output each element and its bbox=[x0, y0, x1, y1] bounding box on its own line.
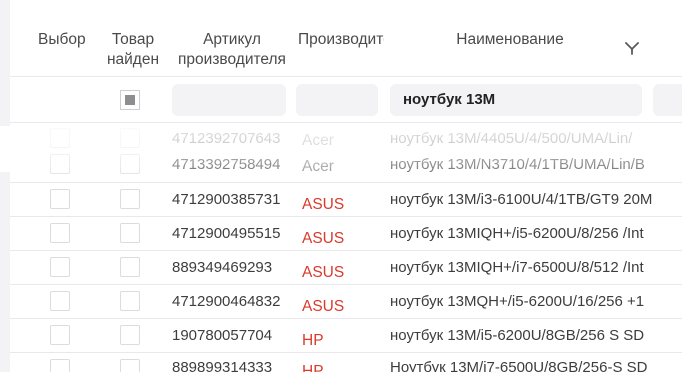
row-found-checkbox[interactable] bbox=[120, 359, 140, 372]
header-article-line2: производителя bbox=[178, 51, 286, 68]
header-article[interactable]: Артикул производителя bbox=[172, 30, 292, 70]
row-article: 4712392707643 bbox=[172, 130, 281, 147]
row-manufacturer: ASUS bbox=[302, 230, 345, 247]
row-select-checkbox[interactable] bbox=[50, 325, 70, 345]
row-select-checkbox[interactable] bbox=[50, 223, 70, 243]
row-name: ноутбук 13M/i3-6100U/4/1TB/GT9 20M bbox=[390, 191, 653, 208]
row-found-checkbox[interactable] bbox=[120, 154, 140, 174]
filter-found-checkbox[interactable] bbox=[120, 90, 140, 110]
row-manufacturer: HP bbox=[302, 363, 324, 372]
row-found-checkbox[interactable] bbox=[120, 189, 140, 209]
table-row[interactable]: 4712900385731 ASUS ноутбук 13M/i3-6100U/… bbox=[10, 183, 682, 217]
row-found-checkbox[interactable] bbox=[120, 128, 140, 148]
product-table: Выбор Товар найден Артикул производителя… bbox=[10, 0, 682, 372]
filter-name-input[interactable]: ноутбук 13M bbox=[390, 84, 642, 116]
filter-next-input[interactable] bbox=[653, 84, 682, 116]
row-name: ноутбук 13MQH+/i5-6200U/16/256 +1 bbox=[390, 293, 645, 310]
filter-manufacturer-input[interactable] bbox=[296, 84, 378, 116]
row-select-checkbox[interactable] bbox=[50, 189, 70, 209]
row-manufacturer: ASUS bbox=[302, 196, 345, 213]
row-article: 4712900495515 bbox=[172, 225, 281, 242]
row-name: ноутбук 13M/i5-6200U/8GB/256 S SD bbox=[390, 327, 645, 344]
header-found-line1: Товар bbox=[111, 31, 155, 48]
row-manufacturer: ASUS bbox=[302, 298, 345, 315]
filter-article-input[interactable] bbox=[172, 84, 286, 116]
table-row[interactable]: 190780057704 HP ноутбук 13M/i5-6200U/8GB… bbox=[10, 319, 682, 353]
table-row[interactable]: 4712900464832 ASUS ноутбук 13MQH+/i5-620… bbox=[10, 285, 682, 319]
filter-name-value: ноутбук 13M bbox=[403, 91, 496, 108]
header-found-line2: найден bbox=[106, 51, 160, 68]
row-article: 4712900385731 bbox=[172, 191, 281, 208]
row-found-checkbox[interactable] bbox=[120, 223, 140, 243]
table-row[interactable]: 889349469293 ASUS ноутбук 13MIQH+/i7-650… bbox=[10, 251, 682, 285]
header-name[interactable]: Наименование bbox=[390, 30, 630, 50]
row-article: 4712900464832 bbox=[172, 293, 281, 310]
left-panel-edge bbox=[0, 0, 10, 372]
row-manufacturer: ASUS bbox=[302, 264, 345, 281]
table-row[interactable]: 4713392758494 Acer ноутбук 13M/N3710/4/1… bbox=[10, 146, 682, 180]
header-divider bbox=[10, 76, 682, 77]
row-article: 4713392758494 bbox=[172, 156, 281, 173]
row-article: 190780057704 bbox=[172, 327, 273, 344]
table-row[interactable]: 4712900495515 ASUS ноутбук 13MIQH+/i5-62… bbox=[10, 217, 682, 251]
row-select-checkbox[interactable] bbox=[50, 257, 70, 277]
header-found[interactable]: Товар найден bbox=[102, 30, 164, 70]
header-article-line1: Артикул bbox=[203, 31, 261, 48]
row-name: ноутбук 13M/N3710/4/1TB/UMA/Lin/B bbox=[390, 156, 645, 173]
row-article: 889899314333 bbox=[172, 359, 273, 372]
row-select-checkbox[interactable] bbox=[50, 128, 70, 148]
row-select-checkbox[interactable] bbox=[50, 154, 70, 174]
row-manufacturer: HP bbox=[302, 332, 324, 349]
header-manufacturer[interactable]: Производитель bbox=[298, 30, 384, 50]
header-select[interactable]: Выбор bbox=[38, 30, 94, 50]
row-select-checkbox[interactable] bbox=[50, 291, 70, 311]
filter-funnel-icon[interactable] bbox=[624, 40, 640, 56]
row-name: ноутбук 13MIQH+/i5-6200U/8/256 /Int bbox=[390, 225, 644, 242]
row-found-checkbox[interactable] bbox=[120, 291, 140, 311]
row-found-checkbox[interactable] bbox=[120, 257, 140, 277]
row-select-checkbox[interactable] bbox=[50, 359, 70, 372]
row-article: 889349469293 bbox=[172, 259, 273, 276]
table-row[interactable]: 889899314333 HP Ноутбук 13M/i7-6500U/8GB… bbox=[10, 353, 682, 372]
row-name: ноутбук 13MIQH+/i7-6500U/8/512 /Int bbox=[390, 259, 644, 276]
row-name: ноутбук 13M/4405U/4/500/UMA/Lin/ bbox=[390, 130, 633, 147]
row-found-checkbox[interactable] bbox=[120, 325, 140, 345]
row-name: Ноутбук 13M/i7-6500U/8GB/256-S SD bbox=[390, 359, 648, 372]
row-manufacturer: Acer bbox=[302, 158, 334, 175]
